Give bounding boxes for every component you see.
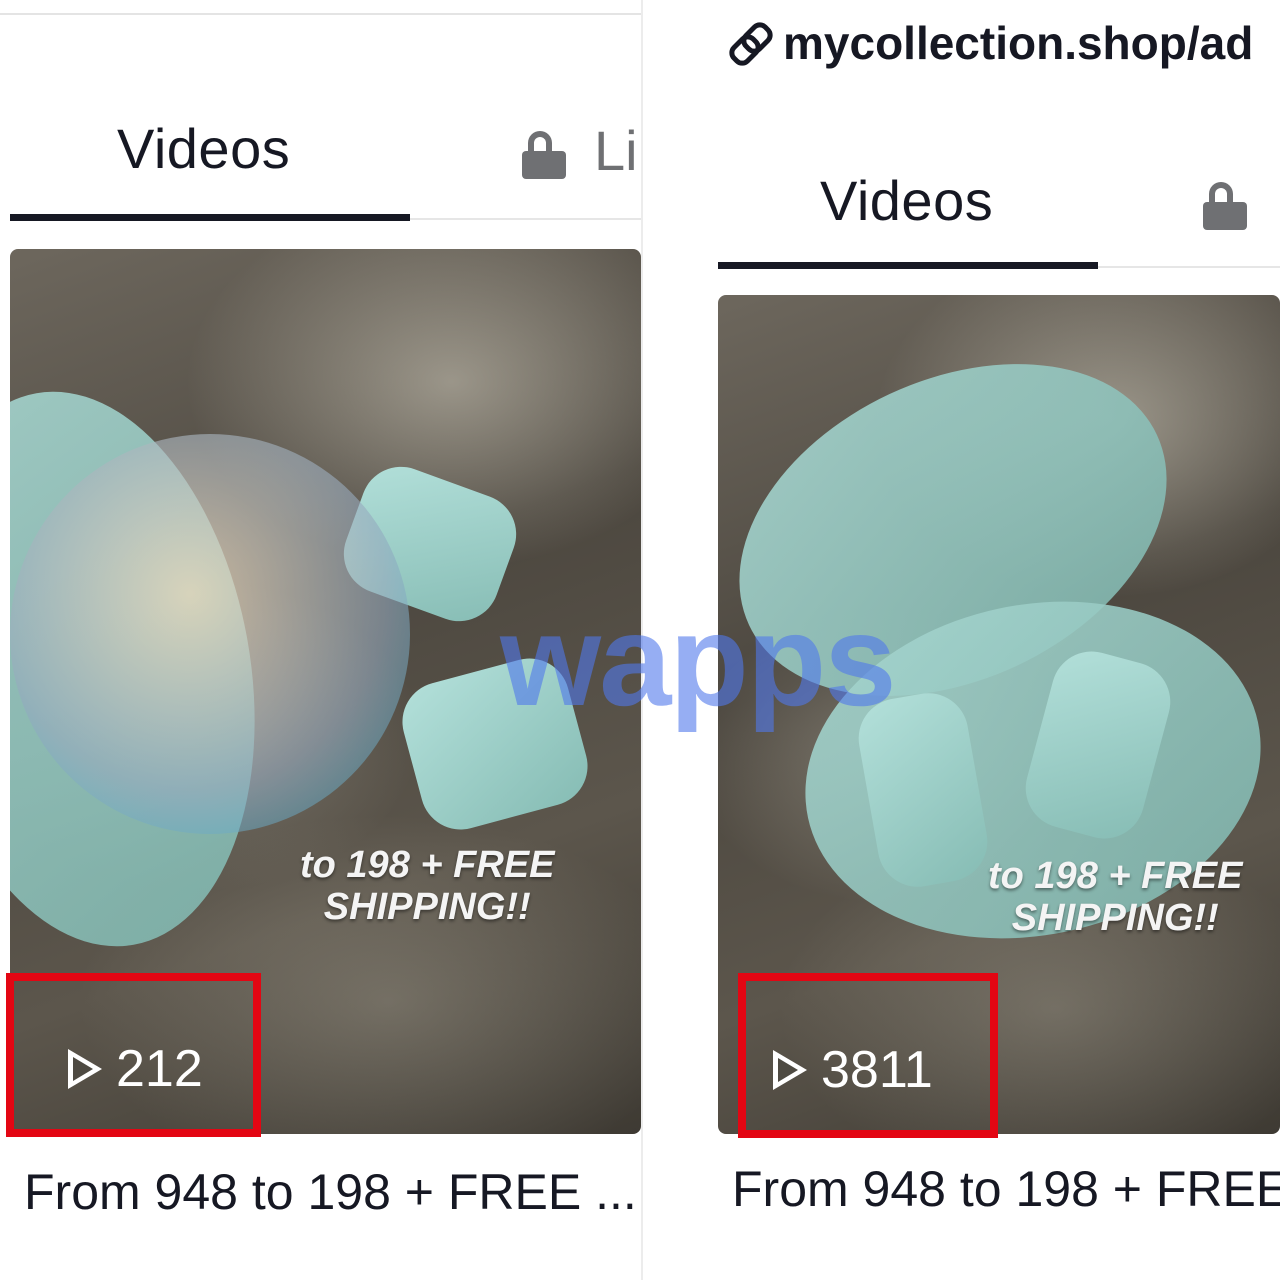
tab-liked[interactable]: I: [1275, 170, 1280, 235]
tab-videos[interactable]: Videos: [117, 116, 290, 181]
tab-videos-underline: [10, 214, 410, 221]
video-text-overlay: to 198 + FREE SHIPPING!!: [988, 855, 1242, 939]
overlay-line-2: SHIPPING!!: [323, 886, 531, 928]
header-divider: [0, 13, 641, 15]
lock-icon: [1203, 182, 1247, 230]
video-caption[interactable]: From 948 to 198 + FREE: [732, 1160, 1280, 1218]
highlight-box: [6, 973, 261, 1137]
video-caption[interactable]: From 948 to 198 + FREE ...: [24, 1163, 637, 1221]
avatar-overlay: [10, 434, 410, 834]
overlay-line-1: to 198 + FREE: [988, 855, 1243, 897]
lock-icon: [522, 131, 566, 179]
tab-videos-underline: [718, 262, 1098, 269]
tabs-border: [1098, 266, 1280, 268]
overlay-line-1: to 198 + FREE: [300, 844, 555, 886]
watermark-logo: wapps: [500, 587, 897, 733]
highlight-box: [738, 973, 998, 1138]
bio-link[interactable]: mycollection.shop/ad: [725, 16, 1253, 70]
overlay-line-2: SHIPPING!!: [1011, 897, 1219, 939]
tab-videos[interactable]: Videos: [820, 168, 993, 233]
link-icon: [725, 18, 777, 70]
video-text-overlay: to 198 + FREE SHIPPING!!: [300, 844, 554, 928]
tab-liked[interactable]: Li: [594, 118, 638, 183]
tabs-border: [410, 218, 641, 220]
bio-link-text[interactable]: mycollection.shop/ad: [783, 16, 1253, 70]
